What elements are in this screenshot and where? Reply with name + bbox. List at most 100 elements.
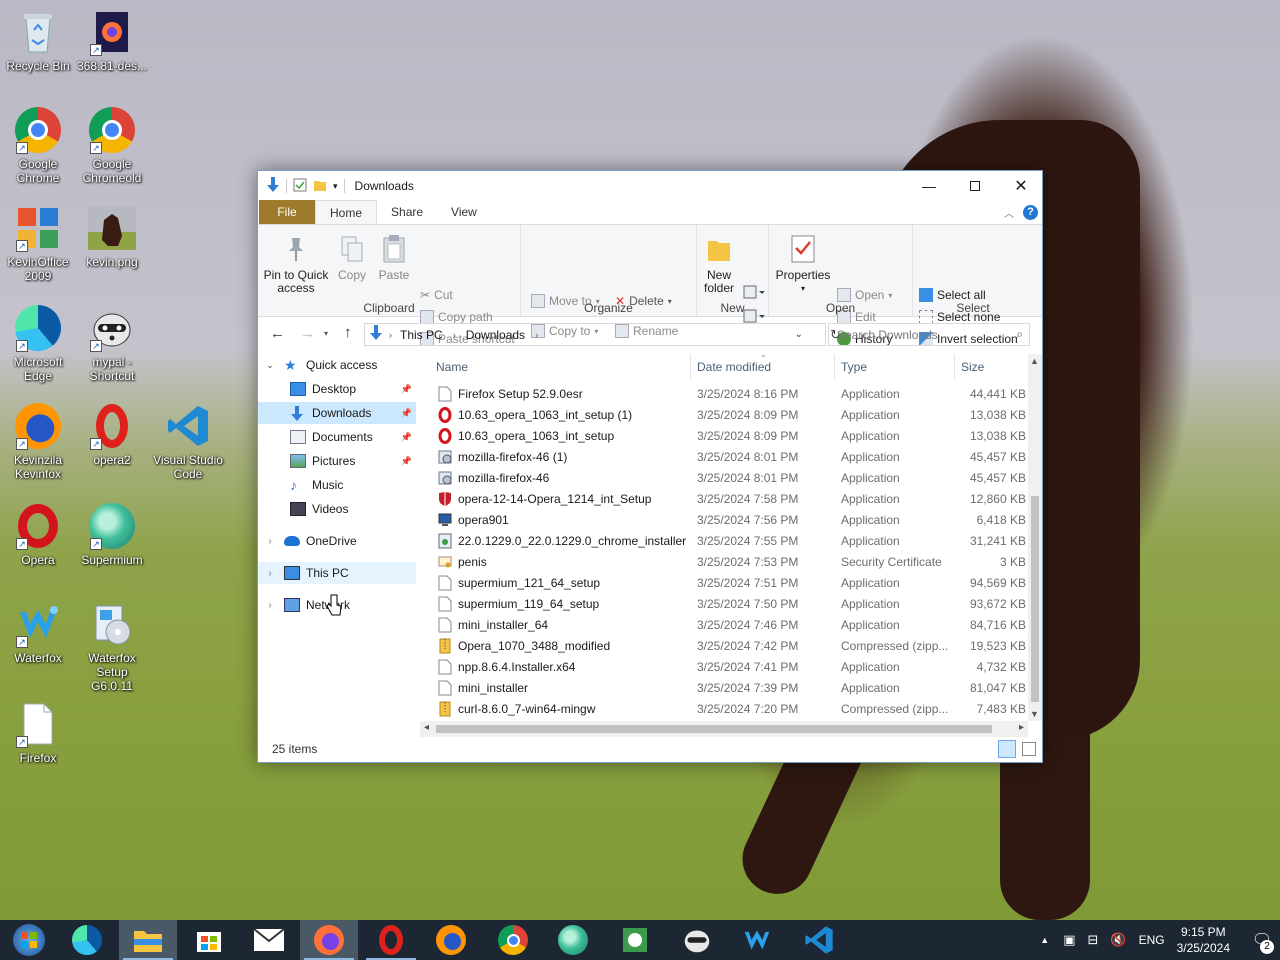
network-tray-icon[interactable]: ⊟ <box>1088 932 1099 948</box>
up-arrow-icon[interactable]: ↑ <box>344 324 352 341</box>
desktop-icon-kevinoffice[interactable]: ↗ KevinOffice 2009 <box>0 204 76 283</box>
file-row[interactable]: mini_installer 3/25/2024 7:39 PM Applicati… <box>426 677 1026 698</box>
tab-home[interactable]: Home <box>315 200 378 224</box>
breadcrumb-downloads[interactable]: Downloads <box>466 328 525 342</box>
tab-share[interactable]: Share <box>377 200 437 224</box>
expand-chevron-icon[interactable]: › <box>262 568 278 579</box>
column-type[interactable]: Type <box>841 354 867 380</box>
new-folder-button[interactable]: New folder <box>701 233 737 295</box>
desktop-icon-firefox[interactable]: ↗ Firefox <box>0 700 76 765</box>
desktop-icon-google-chrome[interactable]: ↗ Google Chrome <box>0 106 76 185</box>
file-row[interactable]: 22.0.1229.0_22.0.1229.0_chrome_installer… <box>426 530 1026 551</box>
recent-locations-icon[interactable]: ▾ <box>324 329 328 338</box>
language-indicator[interactable]: ENG <box>1139 933 1165 947</box>
column-separator[interactable] <box>690 354 691 380</box>
file-row[interactable]: 10.63_opera_1063_int_setup 3/25/2024 8:09… <box>426 425 1026 446</box>
search-input[interactable]: Search Downloads <box>837 328 938 342</box>
column-name[interactable]: Name <box>436 354 468 380</box>
file-row[interactable]: Opera_1070_3488_modified 3/25/2024 7:42 P… <box>426 635 1026 656</box>
desktop-icon-waterfox-setup[interactable]: Waterfox Setup G6.0.11 <box>74 600 150 693</box>
vertical-scroll-thumb[interactable] <box>1031 496 1039 702</box>
nav-documents[interactable]: Documents 📌 <box>258 426 416 448</box>
collapse-ribbon-icon[interactable]: ︿ <box>1004 205 1014 220</box>
column-size[interactable]: Size <box>961 354 984 380</box>
volume-muted-icon[interactable]: 🔇 <box>1110 932 1126 948</box>
desktop-icon-microsoft-edge[interactable]: ↗ Microsoft Edge <box>0 304 76 383</box>
taskbar-store[interactable] <box>180 920 238 960</box>
horizontal-scroll-thumb[interactable] <box>436 725 992 733</box>
tab-view[interactable]: View <box>437 200 491 224</box>
taskbar-supermium[interactable] <box>544 920 602 960</box>
start-button[interactable] <box>0 920 58 960</box>
minimize-button[interactable]: — <box>906 171 952 201</box>
file-row[interactable]: supermium_121_64_setup 3/25/2024 7:51 PM A… <box>426 572 1026 593</box>
taskbar-firefox[interactable] <box>300 920 358 960</box>
breadcrumb-chevron-icon[interactable]: › <box>389 330 392 340</box>
device-icon[interactable]: ▣ <box>1063 932 1075 948</box>
breadcrumb-chevron-icon[interactable]: › <box>453 330 456 340</box>
new-folder-qa-icon[interactable] <box>313 178 327 195</box>
show-hidden-icons-chevron-icon[interactable]: ▲ <box>1040 935 1049 945</box>
details-view-icon[interactable] <box>998 740 1016 758</box>
nav-pictures[interactable]: Pictures 📌 <box>258 450 416 472</box>
nav-onedrive[interactable]: › OneDrive <box>258 530 416 552</box>
desktop-icon-waterfox[interactable]: ↗ Waterfox <box>0 600 76 665</box>
desktop-icon-google-chromeold[interactable]: ↗ Google Chromeold <box>74 106 150 185</box>
search-box[interactable]: Search Downloads ⌕ <box>828 323 1030 346</box>
taskbar-mypal[interactable] <box>668 920 726 960</box>
scroll-up-arrow-icon[interactable]: ▲ <box>1030 356 1039 366</box>
close-button[interactable]: ✕ <box>998 171 1044 201</box>
scroll-right-arrow-icon[interactable]: ▸ <box>1019 722 1024 733</box>
address-dropdown-icon[interactable]: ⌄ <box>795 329 803 340</box>
taskbar-edge[interactable] <box>58 920 116 960</box>
nav-quick-access[interactable]: ⌄ ★ Quick access <box>258 354 416 376</box>
taskbar-mail[interactable] <box>240 920 298 960</box>
tab-file[interactable]: File <box>259 200 315 224</box>
customize-qa-dropdown-icon[interactable]: ▾ <box>333 181 338 192</box>
file-row[interactable]: curl-8.6.0_7-win64-mingw 3/25/2024 7:20 P… <box>426 698 1026 719</box>
nav-music[interactable]: ♪ Music <box>258 474 416 496</box>
breadcrumb-chevron-icon[interactable]: › <box>535 330 538 340</box>
desktop-icon-368-81[interactable]: ↗ 368.81-des... <box>74 8 150 73</box>
horizontal-scrollbar[interactable]: ◂ ▸ <box>420 721 1028 737</box>
column-separator[interactable] <box>834 354 835 380</box>
maximize-button[interactable] <box>952 171 998 201</box>
nav-videos[interactable]: Videos <box>258 498 416 520</box>
taskbar-file-explorer[interactable] <box>119 920 177 960</box>
desktop-icon-opera[interactable]: ↗ Opera <box>0 502 76 567</box>
copy-button[interactable]: Copy <box>334 233 370 282</box>
nav-downloads[interactable]: Downloads 📌 <box>258 402 416 424</box>
file-row[interactable]: mozilla-firefox-46 3/25/2024 8:01 PM Appli… <box>426 467 1026 488</box>
desktop-icon-supermium[interactable]: ↗ Supermium <box>74 502 150 567</box>
properties-button[interactable]: Properties ▾ <box>773 233 833 295</box>
desktop-icon-vscode[interactable]: Visual Studio Code <box>150 402 226 481</box>
nav-desktop[interactable]: Desktop 📌 <box>258 378 416 400</box>
desktop-icon-opera2[interactable]: ↗ opera2 <box>74 402 150 467</box>
clock[interactable]: 9:15 PM 3/25/2024 <box>1177 924 1230 956</box>
properties-qa-icon[interactable] <box>293 178 307 195</box>
column-separator[interactable] <box>954 354 955 380</box>
file-row[interactable]: opera-12-14-Opera_1214_int_Setup 3/25/202… <box>426 488 1026 509</box>
nav-this-pc[interactable]: › This PC <box>258 562 416 584</box>
pin-quick-access-button[interactable]: Pin to Quick access <box>264 233 328 295</box>
file-row[interactable]: opera901 3/25/2024 7:56 PM Application 6,41… <box>426 509 1026 530</box>
expand-chevron-icon[interactable]: › <box>262 536 278 547</box>
expand-chevron-icon[interactable]: ⌄ <box>262 360 278 371</box>
desktop-icon-kevinzila[interactable]: ↗ Kevinzila Kevinfox <box>0 402 76 481</box>
file-row[interactable]: mozilla-firefox-46 (1) 3/25/2024 8:01 PM A… <box>426 446 1026 467</box>
taskbar-chrome[interactable] <box>484 920 542 960</box>
taskbar-vscode[interactable] <box>790 920 848 960</box>
taskbar-waterfox[interactable] <box>728 920 786 960</box>
taskbar-firefox-alt[interactable] <box>422 920 480 960</box>
scroll-down-arrow-icon[interactable]: ▼ <box>1030 709 1039 719</box>
desktop-icon-kevin-png[interactable]: kevin.png <box>74 204 150 269</box>
back-arrow-icon[interactable]: ← <box>270 325 285 342</box>
address-bar[interactable]: › This PC › Downloads › ⌄ ↻ <box>364 323 841 346</box>
taskbar-app-green[interactable] <box>606 920 664 960</box>
forward-arrow-icon[interactable]: → <box>300 325 315 342</box>
paste-button[interactable]: Paste <box>374 233 414 282</box>
expand-chevron-icon[interactable]: › <box>262 600 278 611</box>
large-icons-view-icon[interactable] <box>1022 742 1036 756</box>
file-row[interactable]: npp.8.6.4.Installer.x64 3/25/2024 7:41 PM… <box>426 656 1026 677</box>
scroll-left-arrow-icon[interactable]: ◂ <box>424 722 429 733</box>
